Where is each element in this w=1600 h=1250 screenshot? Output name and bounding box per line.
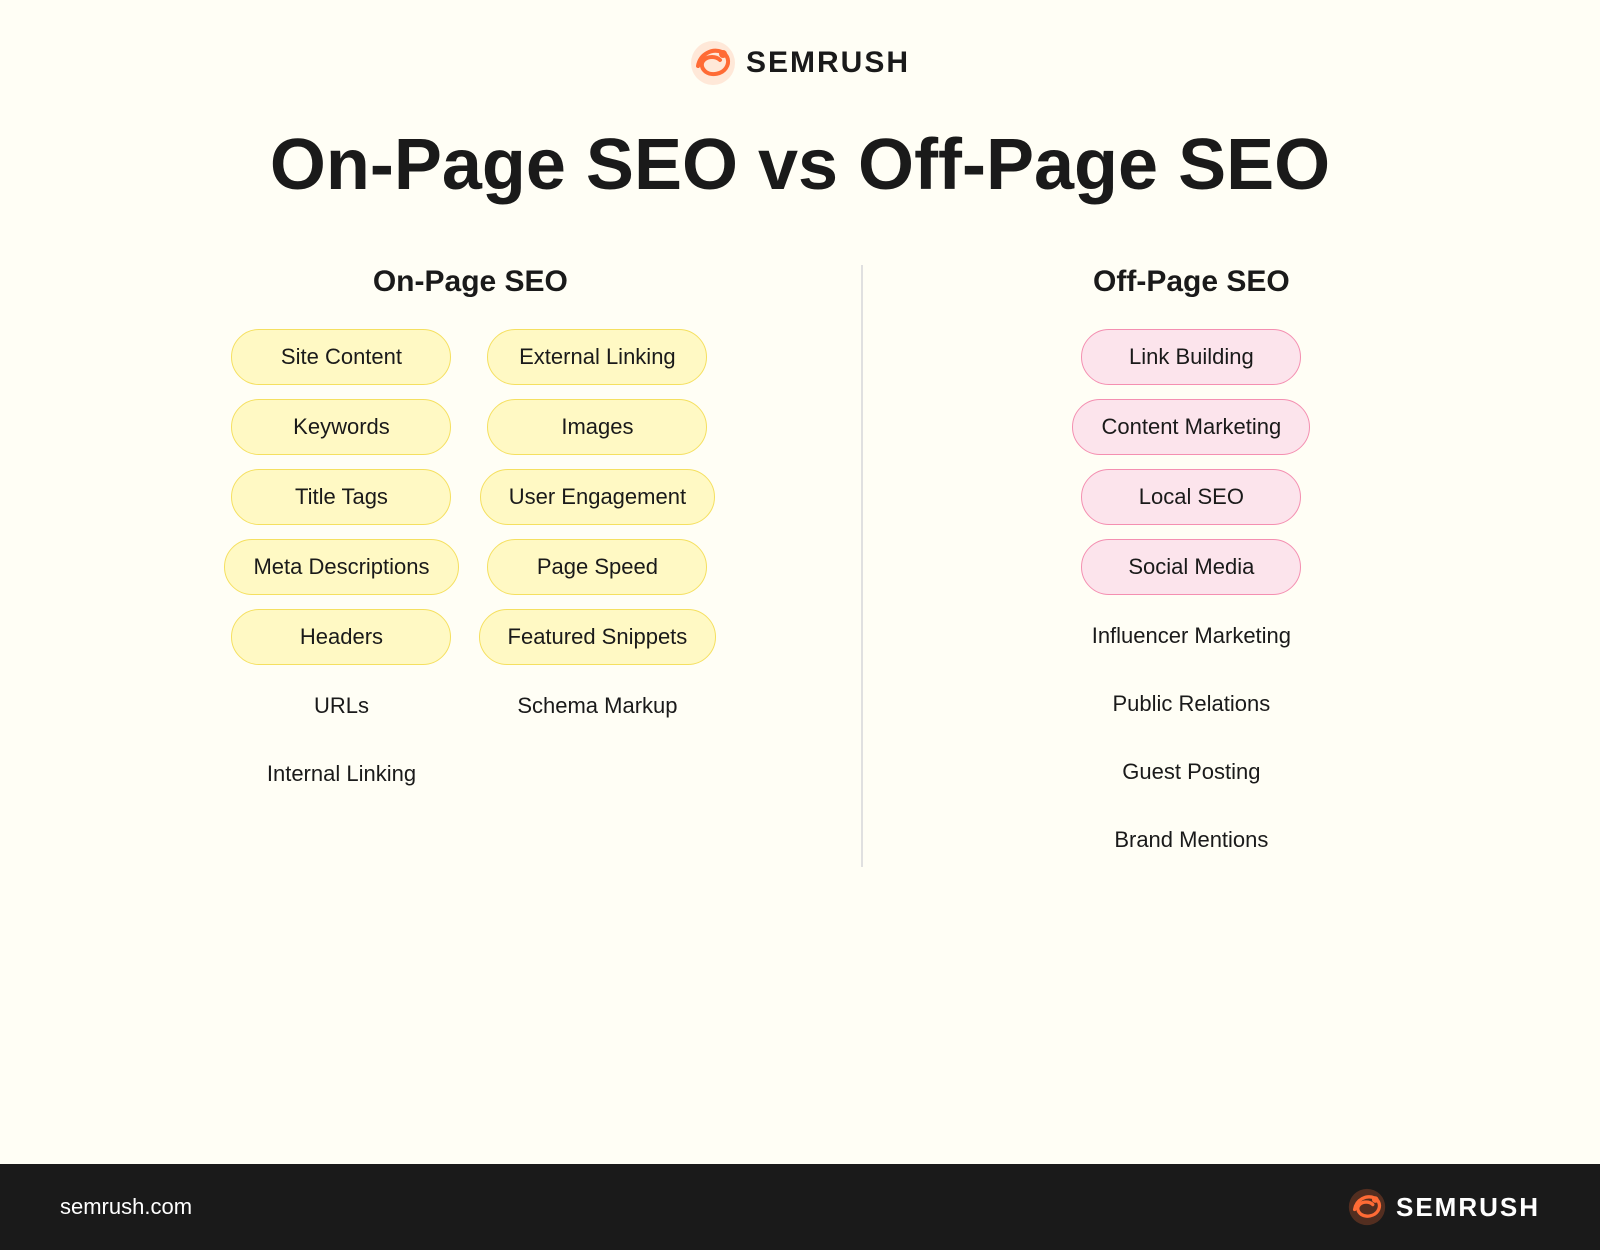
list-item: Keywords: [231, 399, 451, 455]
offpage-column: Off-Page SEO Link Building Content Marke…: [883, 265, 1500, 867]
list-item: URLs: [231, 679, 451, 733]
onpage-right-sub: External Linking Images User Engagement …: [479, 329, 717, 801]
onpage-column: On-Page SEO Site Content Keywords Title …: [100, 265, 841, 867]
column-divider: [861, 265, 863, 867]
list-item: Public Relations: [1081, 677, 1301, 731]
footer-logo-text: SEMRUSH: [1396, 1192, 1540, 1223]
list-item: Meta Descriptions: [224, 539, 458, 595]
list-item: Social Media: [1081, 539, 1301, 595]
list-item: Link Building: [1081, 329, 1301, 385]
onpage-left-sub: Site Content Keywords Title Tags Meta De…: [224, 329, 458, 801]
footer-logo: SEMRUSH: [1348, 1188, 1540, 1226]
list-item: Site Content: [231, 329, 451, 385]
list-item: User Engagement: [480, 469, 715, 525]
columns-wrapper: On-Page SEO Site Content Keywords Title …: [100, 265, 1500, 867]
list-item: External Linking: [487, 329, 707, 385]
list-item: Influencer Marketing: [1064, 609, 1319, 663]
footer: semrush.com SEMRUSH: [0, 1164, 1600, 1250]
list-item: Brand Mentions: [1081, 813, 1301, 867]
header-logo-text: SEMRUSH: [746, 46, 910, 80]
logo-area: SEMRUSH: [690, 40, 910, 86]
list-item: Content Marketing: [1072, 399, 1310, 455]
list-item: Schema Markup: [487, 679, 707, 733]
semrush-logo-icon: [690, 40, 736, 86]
onpage-inner: Site Content Keywords Title Tags Meta De…: [100, 329, 841, 801]
footer-logo-icon: [1348, 1188, 1386, 1226]
main-content: SEMRUSH On-Page SEO vs Off-Page SEO On-P…: [0, 0, 1600, 1164]
list-item: Guest Posting: [1081, 745, 1301, 799]
onpage-column-header: On-Page SEO: [373, 265, 568, 299]
offpage-inner: Link Building Content Marketing Local SE…: [883, 329, 1500, 867]
list-item: Internal Linking: [231, 747, 451, 801]
footer-url: semrush.com: [60, 1194, 192, 1220]
list-item: Headers: [231, 609, 451, 665]
list-item: Images: [487, 399, 707, 455]
offpage-column-header: Off-Page SEO: [1093, 265, 1290, 299]
list-item: Local SEO: [1081, 469, 1301, 525]
list-item: Title Tags: [231, 469, 451, 525]
list-item: Featured Snippets: [479, 609, 717, 665]
page-title: On-Page SEO vs Off-Page SEO: [270, 126, 1330, 205]
list-item: Page Speed: [487, 539, 707, 595]
